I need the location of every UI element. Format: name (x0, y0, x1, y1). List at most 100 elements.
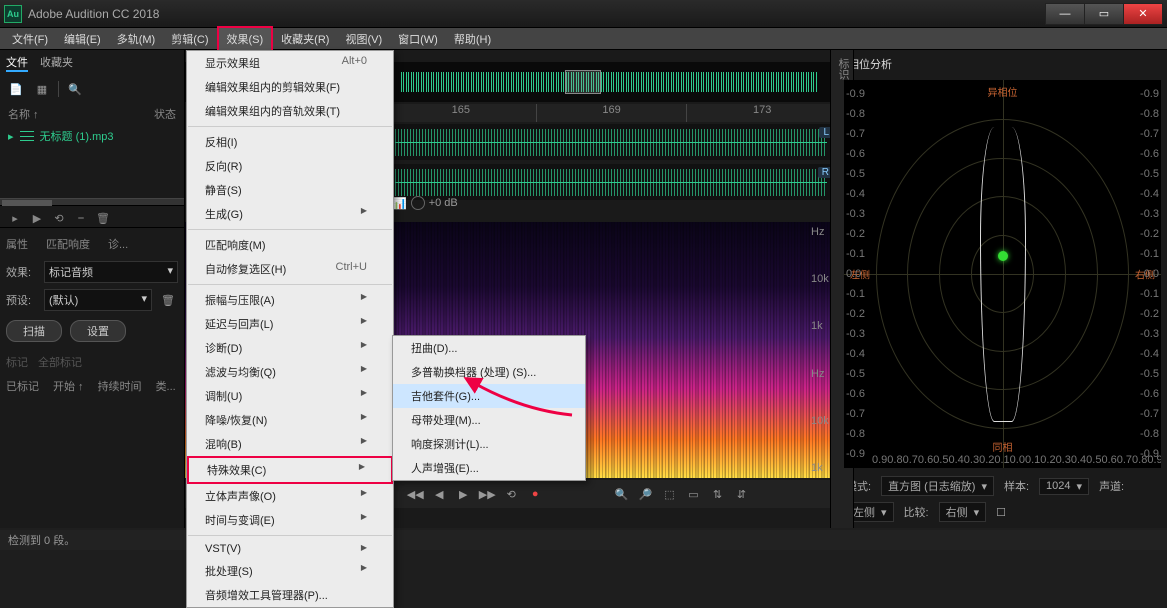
menu-item[interactable]: 匹配响度(M) (187, 233, 393, 257)
zoom-out-icon[interactable]: 🔎 (635, 485, 655, 503)
submenu-item[interactable]: 多普勒换档器 (处理) (S)... (393, 360, 585, 384)
phase-scope[interactable]: 异相位 左侧 右侧 同相 -0.9-0.8-0.7-0.6-0.5-0.4-0.… (844, 80, 1161, 468)
scan-button[interactable]: 扫描 (6, 320, 62, 342)
menu-1[interactable]: 编辑(E) (56, 28, 109, 50)
menu-item[interactable]: 延迟与回声(L) (187, 312, 393, 336)
settings-button[interactable]: 设置 (70, 320, 126, 342)
menu-item[interactable]: 振幅与压限(A) (187, 288, 393, 312)
prev-button[interactable]: ◀◀ (405, 485, 425, 503)
record-button[interactable]: ● (525, 485, 545, 503)
menu-item[interactable]: 反相(I) (187, 130, 393, 154)
zoom-out-v-icon[interactable]: ⇵ (731, 485, 751, 503)
left-panel: 文件 收藏夹 📄 ▦ 🔍 名称 ↑ 状态 ▸ 无标题 (1).mp3 ▸▶⟲⎯🗑… (0, 50, 185, 528)
phase-title: 相位分析 (838, 50, 1167, 78)
menu-item[interactable]: 诊断(D) (187, 336, 393, 360)
overview-selection[interactable] (565, 70, 601, 94)
menu-item[interactable]: 批处理(S) (187, 559, 393, 583)
menu-item[interactable]: VST(V) (187, 539, 393, 559)
menu-item[interactable]: 自动修复选区(H)Ctrl+U (187, 257, 393, 281)
mini-scrollbar[interactable] (0, 198, 184, 206)
forward-button[interactable]: ▶ (453, 485, 473, 503)
link-checkbox[interactable]: ☐ (996, 506, 1006, 519)
loop-icon[interactable]: ⟲ (50, 212, 68, 225)
menu-item[interactable]: 反向(R) (187, 154, 393, 178)
tab-props[interactable]: 属性 (6, 236, 28, 252)
waveform-right[interactable]: R dB-3-6-∞-6-3 (385, 164, 837, 200)
special-effects-submenu[interactable]: 扭曲(D)...多普勒换档器 (处理) (S)...吉他套件(G)...母带处理… (392, 335, 586, 481)
submenu-item[interactable]: 响度探测计(L)... (393, 432, 585, 456)
loop-button[interactable]: ⟲ (501, 485, 521, 503)
menu-item[interactable]: 显示效果组Alt+0 (187, 51, 393, 75)
preset-combo[interactable]: (默认)▾ (44, 289, 152, 311)
new-multitrack-icon[interactable]: ▦ (32, 80, 52, 98)
waveform-left[interactable]: L dB-3-6-∞-6-3 (385, 124, 837, 160)
preset-label: 预设: (6, 292, 38, 308)
menu-item[interactable]: 滤波与均衡(Q) (187, 360, 393, 384)
menu-2[interactable]: 多轨(M) (109, 28, 164, 50)
submenu-item[interactable]: 扭曲(D)... (393, 336, 585, 360)
delete-preset-icon[interactable]: 🗑 (158, 291, 178, 309)
submenu-item[interactable]: 母带处理(M)... (393, 408, 585, 432)
menu-item[interactable]: 特殊效果(C) (187, 456, 393, 484)
menu-4[interactable]: 效果(S) (217, 26, 274, 52)
effects-menu[interactable]: 显示效果组Alt+0编辑效果组内的剪辑效果(F)编辑效果组内的音轨效果(T) 反相… (186, 50, 394, 608)
zoom-sel-icon[interactable]: ▭ (683, 485, 703, 503)
gain-control[interactable]: 📊+0 dB (393, 196, 458, 210)
menu-6[interactable]: 视图(V) (337, 28, 390, 50)
menu-item[interactable]: 生成(G) (187, 202, 393, 226)
menu-3[interactable]: 剪辑(C) (163, 28, 216, 50)
tab-diag[interactable]: 诊... (108, 236, 128, 252)
fx-combo[interactable]: 标记音频▾ (44, 261, 178, 283)
files-tabs[interactable]: 文件 收藏夹 (0, 50, 184, 76)
rewind-button[interactable]: ◀ (429, 485, 449, 503)
trash-icon[interactable]: 🗑 (94, 212, 112, 225)
menu-item[interactable]: 降噪/恢复(N) (187, 408, 393, 432)
menu-7[interactable]: 窗口(W) (390, 28, 446, 50)
tab-files[interactable]: 文件 (6, 54, 28, 72)
expand-icon[interactable]: ▸ (8, 130, 14, 143)
phase-panel: 相位分析 异相位 左侧 右侧 同相 -0.9-0.8-0.7-0.6-0.5-0… (837, 50, 1167, 528)
menu-item[interactable]: 调制(U) (187, 384, 393, 408)
sample-combo[interactable]: 1024▾ (1039, 478, 1089, 495)
open-file-icon[interactable]: 📄 (6, 80, 26, 98)
menu-item[interactable]: 立体声声像(O) (187, 484, 393, 508)
search-icon[interactable]: 🔍 (65, 80, 85, 98)
menu-item[interactable]: 静音(S) (187, 178, 393, 202)
menu-5[interactable]: 收藏夹(R) (273, 28, 337, 50)
tab-mark[interactable]: 标记 (6, 354, 28, 370)
col-status[interactable]: 状态 (154, 106, 176, 122)
play-icon[interactable]: ▶ (28, 212, 46, 225)
mode-combo[interactable]: 直方图 (日志缩放)▾ (881, 476, 994, 496)
menu-item[interactable]: 音频增效工具管理器(P)... (187, 583, 393, 607)
file-row[interactable]: ▸ 无标题 (1).mp3 (0, 124, 184, 148)
tab-allmarks[interactable]: 全部标记 (38, 354, 82, 370)
submenu-item[interactable]: 吉他套件(G)... (393, 384, 585, 408)
phase-dot (998, 251, 1008, 261)
menu-0[interactable]: 文件(F) (4, 28, 56, 50)
tab-favorites[interactable]: 收藏夹 (40, 54, 73, 72)
maximize-button[interactable]: ▭ (1084, 3, 1124, 25)
status-bar: 检测到 0 段。 (0, 530, 1167, 550)
file-name: 无标题 (1).mp3 (40, 128, 114, 144)
col-name[interactable]: 名称 ↑ (8, 106, 39, 122)
close-button[interactable]: ✕ (1123, 3, 1163, 25)
menu-8[interactable]: 帮助(H) (446, 28, 499, 50)
compare-combo[interactable]: 右侧▾ (939, 502, 987, 522)
menu-item[interactable]: 编辑效果组内的音轨效果(T) (187, 99, 393, 123)
submenu-item[interactable]: 人声增强(E)... (393, 456, 585, 480)
menu-item[interactable]: 混响(B) (187, 432, 393, 456)
waveform-icon (20, 131, 34, 141)
zoom-full-icon[interactable]: ⬚ (659, 485, 679, 503)
phase-top-label: 异相位 (988, 84, 1018, 99)
gain-knob[interactable] (411, 196, 425, 210)
time-ruler[interactable]: 165169173 (385, 104, 837, 122)
next-button[interactable]: ▶▶ (477, 485, 497, 503)
mark-columns: 已标记开始 ↑持续时间类... (6, 374, 178, 398)
zoom-in-v-icon[interactable]: ⇅ (707, 485, 727, 503)
minimize-button[interactable]: — (1045, 3, 1085, 25)
menu-item[interactable]: 编辑效果组内的剪辑效果(F) (187, 75, 393, 99)
zoom-in-icon[interactable]: 🔍 (611, 485, 631, 503)
tab-loudness[interactable]: 匹配响度 (46, 236, 90, 252)
menubar: 文件(F)编辑(E)多轨(M)剪辑(C)效果(S)收藏夹(R)视图(V)窗口(W… (0, 28, 1167, 50)
menu-item[interactable]: 时间与变调(E) (187, 508, 393, 532)
